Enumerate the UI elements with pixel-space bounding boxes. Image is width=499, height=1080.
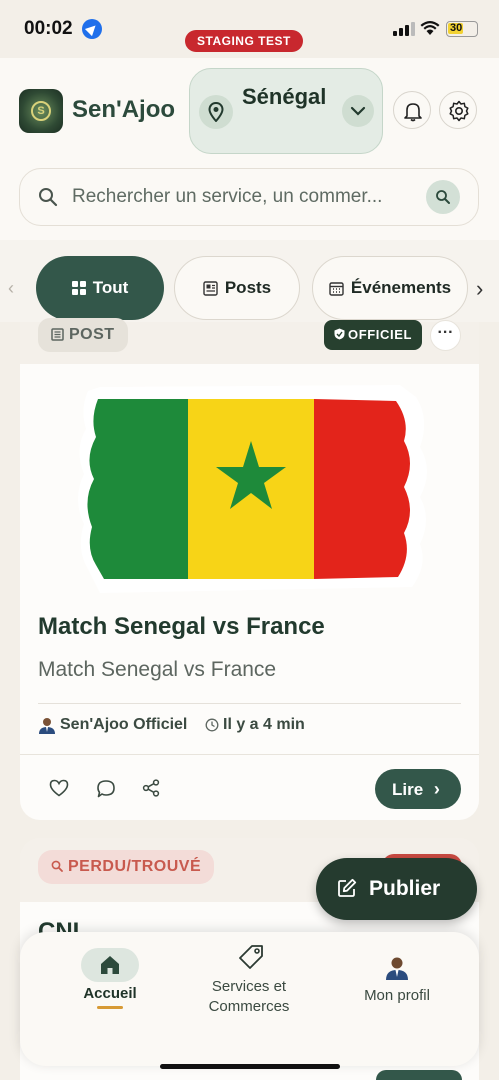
app-name: Sen'Ajoo xyxy=(72,96,176,123)
author-avatar[interactable] xyxy=(38,716,56,734)
pin-icon xyxy=(199,95,233,129)
active-indicator xyxy=(97,1006,123,1009)
post-actions: Lire › xyxy=(20,754,479,820)
shield-icon xyxy=(334,328,345,340)
divider xyxy=(38,703,461,704)
publish-label: Publier xyxy=(369,877,441,900)
tab-posts[interactable]: Posts xyxy=(174,256,300,320)
tag-icon xyxy=(239,945,263,969)
senegal-flag-image xyxy=(78,385,427,593)
home-icon xyxy=(81,948,139,982)
search-icon xyxy=(51,860,63,872)
read-button[interactable]: Lire › xyxy=(375,769,461,809)
clock-icon xyxy=(205,718,219,732)
newspaper-icon xyxy=(203,280,218,296)
bottom-navigation: Accueil Services et Commerces Mon profil xyxy=(20,932,479,1066)
country-name: Sénégal xyxy=(242,84,327,109)
edit-icon xyxy=(338,878,357,897)
filter-tabs: ‹ Tout Posts Événements › xyxy=(0,240,499,322)
location-arrow-icon xyxy=(82,19,102,39)
official-badge: OFFICIEL xyxy=(324,320,423,350)
lost-found-badge: PERDU/TROUVÉ xyxy=(38,850,215,884)
home-indicator xyxy=(160,1064,340,1069)
header: S Sen'Ajoo Sénégal xyxy=(0,58,499,240)
post-subtitle: Match Senegal vs France xyxy=(38,658,277,681)
lost-found-label: PERDU/TROUVÉ xyxy=(68,858,202,875)
heart-icon[interactable] xyxy=(49,779,69,797)
search-icon xyxy=(39,188,58,207)
staging-badge: STAGING TEST xyxy=(185,30,303,52)
post-time: Il y a 4 min xyxy=(223,716,305,733)
tab-events[interactable]: Événements xyxy=(312,256,468,320)
scroll-right-icon[interactable]: › xyxy=(476,276,483,302)
battery-icon: 30 xyxy=(446,21,478,37)
read-label: Lire xyxy=(392,780,424,799)
status-bar: 00:02 STAGING TEST 30 xyxy=(0,0,499,58)
tab-events-label: Événements xyxy=(350,278,452,297)
tab-posts-label: Posts xyxy=(224,278,272,297)
search-icon xyxy=(436,190,450,204)
nav-home-label: Accueil xyxy=(83,985,137,1002)
avatar xyxy=(386,957,408,980)
comment-icon[interactable] xyxy=(96,779,116,799)
signal-icon xyxy=(393,22,415,36)
author-name[interactable]: Sen'Ajoo Officiel xyxy=(60,716,187,734)
post-type-badge: POST xyxy=(38,318,128,352)
search-bar xyxy=(19,168,479,226)
nav-profile-label: Mon profil xyxy=(364,987,430,1004)
chevron-right-icon: › xyxy=(433,779,440,799)
wifi-icon xyxy=(420,21,440,35)
calendar-icon xyxy=(329,281,344,296)
post-title[interactable]: Match Senegal vs France xyxy=(38,613,325,641)
status-time: 00:02 xyxy=(24,18,73,39)
tab-all[interactable]: Tout xyxy=(36,256,164,320)
official-label: OFFICIEL xyxy=(348,327,413,342)
read-button[interactable] xyxy=(376,1070,462,1080)
country-selector[interactable]: Sénégal xyxy=(189,68,383,154)
newspaper-icon xyxy=(51,328,64,341)
share-icon[interactable] xyxy=(142,779,160,797)
post-card-header: POST OFFICIEL ··· xyxy=(20,318,479,364)
search-button[interactable] xyxy=(426,180,460,214)
publish-button[interactable]: Publier xyxy=(316,858,477,920)
app-logo: S xyxy=(19,89,63,133)
nav-services-label: Services et Commerces xyxy=(208,978,290,1015)
notifications-button[interactable] xyxy=(393,91,431,129)
grid-icon xyxy=(71,281,86,295)
battery-level: 30 xyxy=(450,22,463,34)
search-input[interactable] xyxy=(72,184,427,210)
post-card[interactable]: POST OFFICIEL ··· Match Senegal vs Franc… xyxy=(20,318,479,820)
scroll-left-icon[interactable]: ‹ xyxy=(8,278,14,299)
bell-icon xyxy=(404,103,422,122)
chevron-down-icon xyxy=(342,95,374,127)
gear-icon xyxy=(449,100,469,122)
settings-button[interactable] xyxy=(439,91,477,129)
post-type-label: POST xyxy=(69,326,115,343)
more-options-button[interactable]: ··· xyxy=(430,320,461,351)
tab-all-label: Tout xyxy=(92,278,129,297)
